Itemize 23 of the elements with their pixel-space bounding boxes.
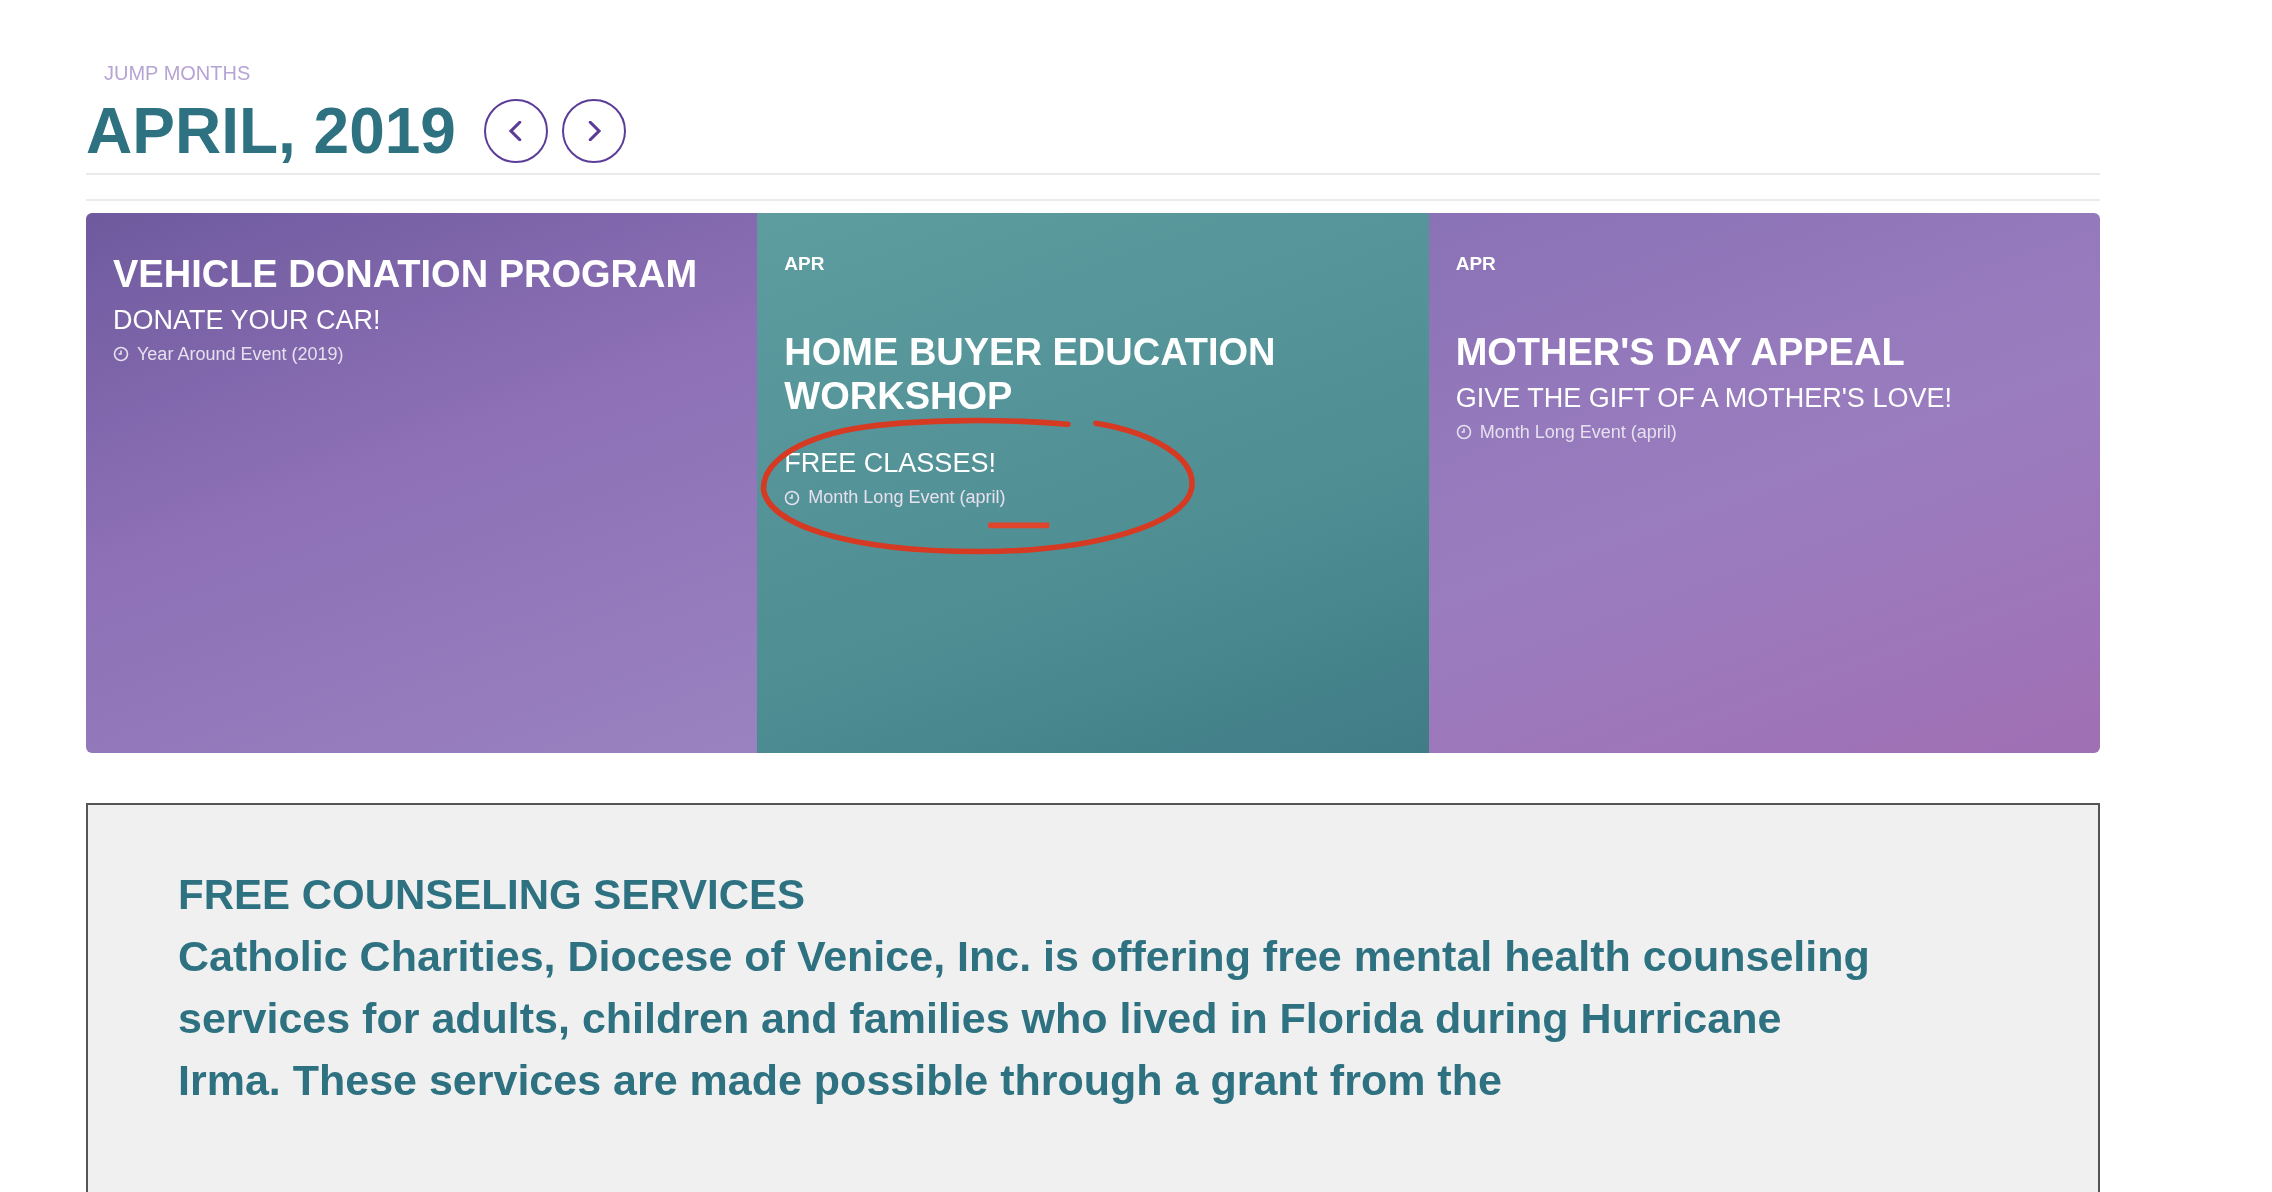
event-title: HOME BUYER EDUCATION WORKSHOP: [784, 331, 1277, 419]
clock-icon: [113, 346, 129, 363]
month-title: APRIL, 2019: [86, 99, 456, 163]
chevron-left-icon: [508, 121, 523, 141]
jump-months-label: JUMP MONTHS: [104, 62, 252, 85]
event-card[interactable]: APR MOTHER'S DAY APPEAL GIVE THE GIFT OF A MOTHER'S LOVE! Month Long Event (april): [1428, 213, 2100, 753]
clock-icon: [784, 489, 801, 506]
chevron-right-icon: [586, 121, 601, 141]
notice-heading: FREE COUNSELING SERVICES: [178, 870, 806, 920]
notice-text: Catholic Charities, Diocese of Venice, Inc. is offering free mental health counseling services for adults, children and families who lived in Florida during Hurricane Irma. These services are made possible through a grant from the: [178, 931, 1871, 1106]
event-subtitle: GIVE THE GIFT OF A MOTHER'S LOVE!: [1455, 382, 1953, 414]
event-subtitle: DONATE YOUR CAR!: [113, 304, 382, 336]
event-title: VEHICLE DONATION PROGRAM: [113, 253, 699, 297]
clock-icon: [1455, 424, 1472, 441]
event-subtitle: FREE CLASSES!: [784, 448, 997, 480]
event-date: APR: [1455, 253, 1497, 275]
event-time: Year Around Event (2019): [137, 343, 344, 365]
event-time: Month Long Event (april): [808, 487, 1006, 509]
event-time: Month Long Event (april): [1479, 421, 1677, 443]
event-card[interactable]: APR HOME BUYER EDUCATION WORKSHOP FREE CLASSES! Month Long Event (april): [757, 213, 1429, 753]
event-date: APR: [784, 253, 826, 275]
event-title: MOTHER'S DAY APPEAL: [1455, 331, 1906, 375]
event-card[interactable]: VEHICLE DONATION PROGRAM DONATE YOUR CAR! Year Around Event (2019): [86, 213, 758, 753]
